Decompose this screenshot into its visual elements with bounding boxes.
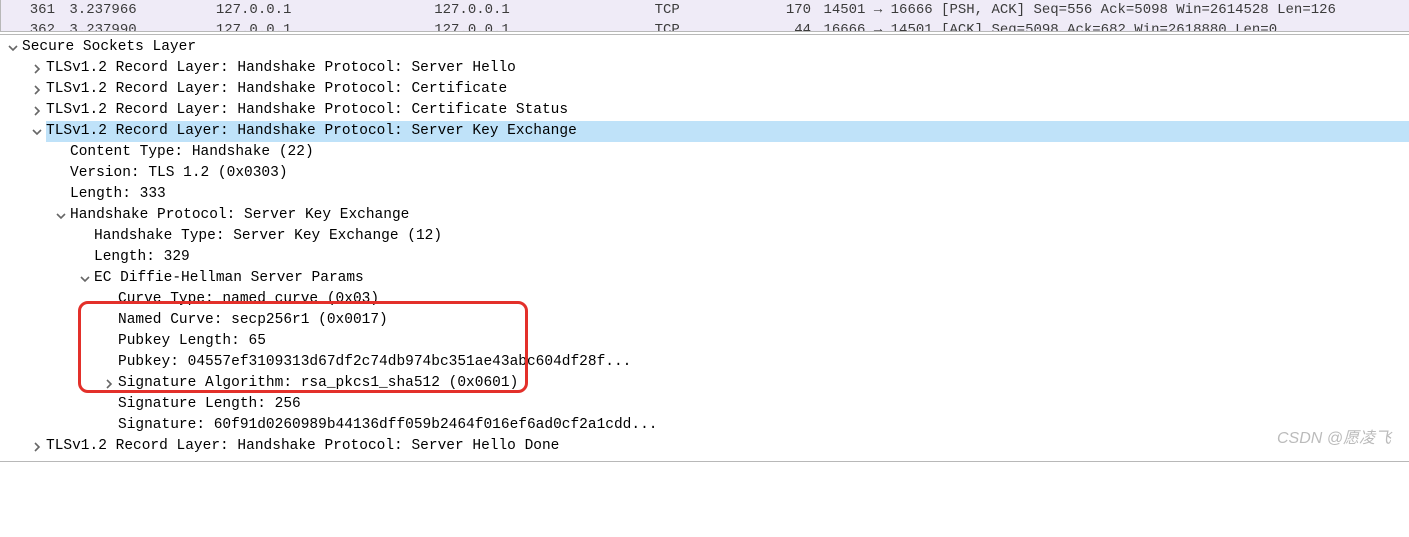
no-icon bbox=[102, 398, 116, 412]
no-icon bbox=[78, 251, 92, 265]
tree-label: TLSv1.2 Record Layer: Handshake Protocol… bbox=[46, 436, 559, 457]
no-icon bbox=[102, 293, 116, 307]
tree-label: Signature Length: 256 bbox=[118, 394, 301, 415]
no-icon bbox=[54, 146, 68, 160]
packet-row[interactable]: 361 3.237966 127.0.0.1 127.0.0.1 TCP 170… bbox=[1, 0, 1409, 20]
chevron-right-icon[interactable] bbox=[30, 62, 44, 76]
no-icon bbox=[102, 314, 116, 328]
col-time: 3.237990 bbox=[69, 20, 207, 32]
col-no: 362 bbox=[21, 20, 61, 32]
col-len: 44 bbox=[771, 20, 815, 32]
col-dst: 127.0.0.1 bbox=[434, 0, 646, 20]
tree-label: TLSv1.2 Record Layer: Handshake Protocol… bbox=[46, 121, 1409, 142]
no-icon bbox=[102, 335, 116, 349]
col-no: 361 bbox=[21, 0, 61, 20]
tree-label: Pubkey Length: 65 bbox=[118, 331, 266, 352]
tree-label: Handshake Type: Server Key Exchange (12) bbox=[94, 226, 442, 247]
tree-item-pubkey-length[interactable]: Pubkey Length: 65 bbox=[0, 331, 1409, 352]
tree-label: TLSv1.2 Record Layer: Handshake Protocol… bbox=[46, 100, 568, 121]
chevron-down-icon[interactable] bbox=[30, 125, 44, 139]
tree-label: Length: 333 bbox=[70, 184, 166, 205]
tree-item-sig-algo[interactable]: Signature Algorithm: rsa_pkcs1_sha512 (0… bbox=[0, 373, 1409, 394]
chevron-right-icon[interactable] bbox=[102, 377, 116, 391]
col-proto: TCP bbox=[655, 20, 763, 32]
tree-item-handshake-type[interactable]: Handshake Type: Server Key Exchange (12) bbox=[0, 226, 1409, 247]
col-proto: TCP bbox=[655, 0, 763, 20]
col-info: 16666 → 14501 [ACK] Seq=5098 Ack=682 Win… bbox=[823, 20, 1277, 32]
chevron-right-icon[interactable] bbox=[30, 83, 44, 97]
no-icon bbox=[102, 356, 116, 370]
tree-label: Handshake Protocol: Server Key Exchange bbox=[70, 205, 409, 226]
tree-item-server-hello[interactable]: TLSv1.2 Record Layer: Handshake Protocol… bbox=[0, 58, 1409, 79]
chevron-down-icon[interactable] bbox=[78, 272, 92, 286]
tree-label: Named Curve: secp256r1 (0x0017) bbox=[118, 310, 388, 331]
tree-item-content-type[interactable]: Content Type: Handshake (22) bbox=[0, 142, 1409, 163]
no-icon bbox=[54, 188, 68, 202]
tree-label: Length: 329 bbox=[94, 247, 190, 268]
tree-label: EC Diffie-Hellman Server Params bbox=[94, 268, 364, 289]
packet-row[interactable]: 362 3.237990 127.0.0.1 127.0.0.1 TCP 44 … bbox=[1, 20, 1409, 32]
col-info: 14501 → 16666 [PSH, ACK] Seq=556 Ack=509… bbox=[823, 0, 1335, 20]
chevron-down-icon[interactable] bbox=[54, 209, 68, 223]
tree-item-curve-type[interactable]: Curve Type: named_curve (0x03) bbox=[0, 289, 1409, 310]
tree-label: Signature: 60f91d0260989b44136dff059b246… bbox=[118, 415, 658, 436]
col-src: 127.0.0.1 bbox=[216, 20, 426, 32]
col-dst: 127.0.0.1 bbox=[434, 20, 646, 32]
tree-label: Curve Type: named_curve (0x03) bbox=[118, 289, 379, 310]
tree-label: TLSv1.2 Record Layer: Handshake Protocol… bbox=[46, 79, 507, 100]
tree-item-length[interactable]: Length: 333 bbox=[0, 184, 1409, 205]
chevron-down-icon[interactable] bbox=[6, 41, 20, 55]
col-src: 127.0.0.1 bbox=[216, 0, 426, 20]
protocol-detail-pane[interactable]: Secure Sockets Layer TLSv1.2 Record Laye… bbox=[0, 34, 1409, 462]
tree-label: Secure Sockets Layer bbox=[22, 37, 196, 58]
tree-item-pubkey[interactable]: Pubkey: 04557ef3109313d67df2c74db974bc35… bbox=[0, 352, 1409, 373]
no-icon bbox=[54, 167, 68, 181]
tree-item-server-key-exchange[interactable]: TLSv1.2 Record Layer: Handshake Protocol… bbox=[0, 121, 1409, 142]
tree-item-signature[interactable]: Signature: 60f91d0260989b44136dff059b246… bbox=[0, 415, 1409, 436]
tree-item-handshake-protocol[interactable]: Handshake Protocol: Server Key Exchange bbox=[0, 205, 1409, 226]
tree-item-cert-status[interactable]: TLSv1.2 Record Layer: Handshake Protocol… bbox=[0, 100, 1409, 121]
tree-label: Version: TLS 1.2 (0x0303) bbox=[70, 163, 288, 184]
tree-item-certificate[interactable]: TLSv1.2 Record Layer: Handshake Protocol… bbox=[0, 79, 1409, 100]
tree-label: Pubkey: 04557ef3109313d67df2c74db974bc35… bbox=[118, 352, 631, 373]
col-time: 3.237966 bbox=[69, 0, 207, 20]
tree-label: Signature Algorithm: rsa_pkcs1_sha512 (0… bbox=[118, 373, 518, 394]
tree-item-ssl[interactable]: Secure Sockets Layer bbox=[0, 37, 1409, 58]
chevron-right-icon[interactable] bbox=[30, 440, 44, 454]
tree-item-server-hello-done[interactable]: TLSv1.2 Record Layer: Handshake Protocol… bbox=[0, 436, 1409, 457]
tree-item-sig-length[interactable]: Signature Length: 256 bbox=[0, 394, 1409, 415]
col-len: 170 bbox=[771, 0, 815, 20]
tree-item-length[interactable]: Length: 329 bbox=[0, 247, 1409, 268]
tree-item-ecdh-params[interactable]: EC Diffie-Hellman Server Params bbox=[0, 268, 1409, 289]
tree-item-version[interactable]: Version: TLS 1.2 (0x0303) bbox=[0, 163, 1409, 184]
watermark-text: CSDN @愿凌飞 bbox=[1277, 427, 1391, 450]
no-icon bbox=[102, 419, 116, 433]
no-icon bbox=[78, 230, 92, 244]
tree-label: TLSv1.2 Record Layer: Handshake Protocol… bbox=[46, 58, 516, 79]
chevron-right-icon[interactable] bbox=[30, 104, 44, 118]
packet-list[interactable]: 361 3.237966 127.0.0.1 127.0.0.1 TCP 170… bbox=[0, 0, 1409, 32]
tree-label: Content Type: Handshake (22) bbox=[70, 142, 314, 163]
tree-item-named-curve[interactable]: Named Curve: secp256r1 (0x0017) bbox=[0, 310, 1409, 331]
